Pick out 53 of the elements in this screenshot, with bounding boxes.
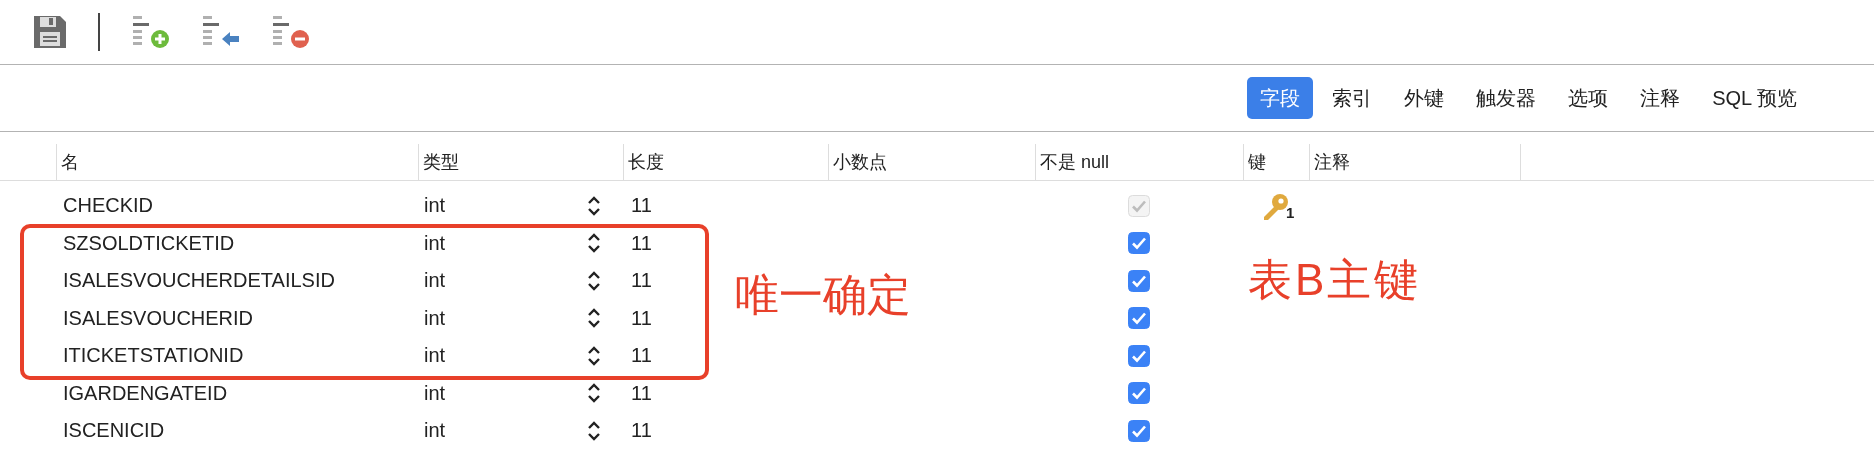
- field-type: int: [424, 381, 446, 405]
- annotation-text: 唯一确定: [735, 273, 911, 317]
- not-null-checkbox[interactable]: [1128, 269, 1150, 292]
- field-length: 11: [631, 269, 652, 293]
- tab[interactable]: 触发器: [1463, 77, 1550, 119]
- field-name: ITICKETSTATIONID: [63, 344, 244, 368]
- stepper-icon[interactable]: [587, 419, 601, 442]
- tab[interactable]: 外键: [1391, 77, 1458, 119]
- stepper-icon[interactable]: [587, 382, 601, 405]
- field-name: ISALESVOUCHERID: [63, 306, 254, 330]
- field-type: int: [424, 269, 446, 293]
- column-header: 长度: [628, 151, 664, 174]
- not-null-checkbox[interactable]: [1128, 382, 1150, 405]
- save-icon[interactable]: [33, 15, 67, 49]
- stepper-icon[interactable]: [587, 232, 601, 255]
- tab[interactable]: 索引: [1319, 77, 1386, 119]
- field-type: int: [424, 306, 446, 330]
- field-length: 11: [631, 306, 652, 330]
- field-type: int: [424, 419, 446, 443]
- tab[interactable]: 注释: [1627, 77, 1694, 119]
- field-name: SZSOLDTICKETID: [63, 231, 235, 255]
- field-name: CHECKID: [63, 194, 153, 218]
- column-header: 键: [1248, 151, 1266, 174]
- tab[interactable]: SQL 预览: [1699, 77, 1810, 119]
- column-header: 名: [61, 151, 79, 174]
- field-name: IGARDENGATEID: [63, 381, 228, 405]
- field-length: 11: [631, 381, 652, 405]
- key-icon: [1263, 192, 1289, 221]
- stepper-icon[interactable]: [587, 269, 601, 292]
- column-header: 不是 null: [1040, 151, 1110, 174]
- field-type: int: [424, 194, 446, 218]
- not-null-checkbox[interactable]: [1128, 232, 1150, 255]
- stepper-icon[interactable]: [587, 344, 601, 367]
- field-name: ISCENICID: [63, 419, 165, 443]
- stepper-icon[interactable]: [587, 307, 601, 330]
- tab[interactable]: 字段: [1247, 77, 1314, 119]
- not-null-checkbox[interactable]: [1128, 419, 1150, 442]
- column-header: 类型: [423, 151, 459, 174]
- annotation-text: 表B主键: [1248, 258, 1422, 302]
- tab[interactable]: 选项: [1555, 77, 1622, 119]
- stepper-icon[interactable]: [587, 194, 601, 217]
- field-length: 11: [631, 344, 652, 368]
- not-null-checkbox[interactable]: [1128, 344, 1150, 367]
- field-type: int: [424, 231, 446, 255]
- column-header: 注释: [1314, 151, 1350, 174]
- key-order: 1: [1286, 203, 1295, 221]
- field-type: int: [424, 344, 446, 368]
- field-name: ISALESVOUCHERDETAILSID: [63, 269, 335, 293]
- column-header: 小数点: [833, 151, 887, 174]
- not-null-checkbox[interactable]: [1128, 307, 1150, 330]
- field-length: 11: [631, 231, 652, 255]
- field-length: 11: [631, 194, 652, 218]
- field-length: 11: [631, 419, 652, 443]
